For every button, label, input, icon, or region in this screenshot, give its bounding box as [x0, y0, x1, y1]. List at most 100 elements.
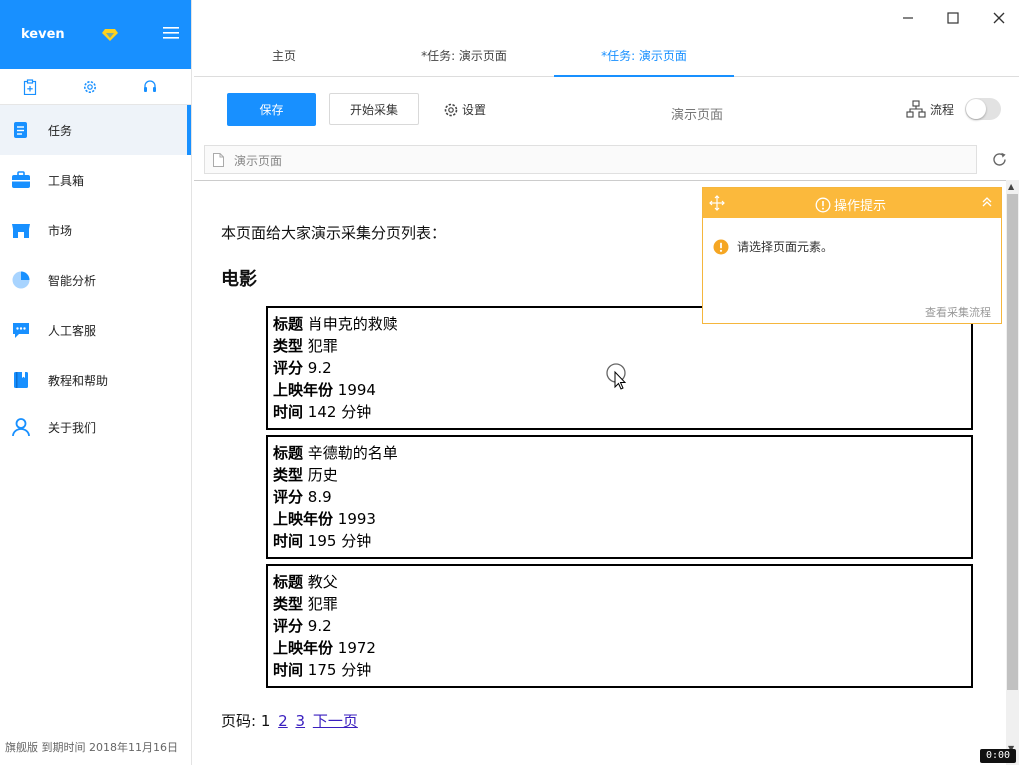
license-info: 旗舰版 到期时间 2018年11月16日	[5, 741, 178, 754]
toggle-knob	[966, 99, 986, 119]
vertical-scrollbar[interactable]: ▲ ▼	[1006, 180, 1019, 765]
toolbox-icon	[12, 171, 30, 188]
pager-next-link[interactable]: 下一页	[313, 712, 358, 730]
movie-type-row: 类型 犯罪	[273, 335, 971, 357]
movie-title-row: 标题 辛德勒的名单	[273, 442, 971, 464]
sidebar-item-market[interactable]: 市场	[0, 205, 191, 255]
sidebar-item-support[interactable]: 人工客服	[0, 305, 191, 355]
tab-task-1[interactable]: *任务: 演示页面	[374, 38, 554, 77]
sidebar-item-toolbox[interactable]: 工具箱	[0, 155, 191, 205]
mouse-cursor-icon	[606, 363, 627, 390]
sidebar: keven 任务 工具箱 市场 智能分析 人工客服 教程和帮助 关于我们 旗舰版…	[0, 0, 192, 765]
movie-card[interactable]: 标题 教父 类型 犯罪 评分 9.2 上映年份 1972 时间 175 分钟	[266, 564, 973, 688]
sidebar-item-task[interactable]: 任务	[0, 105, 191, 155]
tip-message-text: 请选择页面元素。	[737, 240, 834, 254]
tab-task-2[interactable]: *任务: 演示页面	[554, 38, 734, 77]
tab-bar: 主页 *任务: 演示页面 *任务: 演示页面	[194, 38, 1019, 77]
task-icon	[14, 122, 27, 138]
movie-type: 历史	[307, 466, 338, 484]
save-button[interactable]: 保存	[227, 93, 316, 126]
field-label: 上映年份	[273, 639, 334, 657]
movie-score-row: 评分 9.2	[273, 615, 971, 637]
alert-circle-icon	[815, 197, 831, 212]
movie-score-row: 评分 8.9	[273, 486, 971, 508]
username: keven	[21, 27, 65, 42]
tip-title: 操作提示	[815, 195, 886, 214]
move-icon[interactable]	[709, 195, 725, 211]
movie-title: 肖申克的救赎	[307, 315, 398, 333]
movie-duration-row: 时间 142 分钟	[273, 401, 971, 423]
field-label: 评分	[273, 488, 304, 506]
movie-score: 8.9	[307, 488, 332, 506]
view-flow-link[interactable]: 查看采集流程	[925, 304, 991, 320]
movie-duration-row: 时间 195 分钟	[273, 530, 971, 552]
operation-tip-panel: 操作提示 请选择页面元素。 查看采集流程	[702, 187, 1002, 324]
gear-icon	[444, 103, 458, 116]
chat-icon	[13, 323, 29, 338]
pager-link-2[interactable]: 2	[278, 712, 288, 730]
movie-type-row: 类型 历史	[273, 464, 971, 486]
field-label: 标题	[273, 315, 304, 333]
address-bar[interactable]: 演示页面	[204, 145, 977, 174]
field-label: 评分	[273, 617, 304, 635]
user-icon	[12, 418, 30, 437]
field-label: 时间	[273, 532, 304, 550]
collapse-icon[interactable]	[981, 196, 993, 208]
sidebar-item-analysis[interactable]: 智能分析	[0, 255, 191, 305]
field-label: 类型	[273, 595, 304, 613]
headset-icon[interactable]	[142, 79, 158, 95]
refresh-icon[interactable]	[991, 151, 1008, 168]
book-icon	[14, 372, 28, 388]
flow-toggle[interactable]	[965, 98, 1001, 120]
movie-year-row: 上映年份 1972	[273, 637, 971, 659]
movie-year: 1993	[337, 510, 376, 528]
scrollbar-thumb[interactable]	[1007, 194, 1018, 690]
sidebar-item-help[interactable]: 教程和帮助	[0, 355, 191, 405]
pager-current: 1	[260, 712, 271, 730]
movie-title: 辛德勒的名单	[307, 444, 398, 462]
sidebar-item-label: 人工客服	[48, 324, 97, 338]
flow-text: 流程	[930, 102, 955, 117]
store-icon	[12, 224, 30, 238]
field-label: 类型	[273, 337, 304, 355]
flowchart-icon	[906, 100, 926, 118]
field-label: 标题	[273, 573, 304, 591]
field-label: 时间	[273, 403, 304, 421]
movie-type: 犯罪	[307, 595, 338, 613]
timer-badge: 0:00	[980, 749, 1016, 763]
close-icon[interactable]	[989, 8, 1009, 28]
field-label: 上映年份	[273, 510, 334, 528]
field-label: 类型	[273, 466, 304, 484]
pager-link-3[interactable]: 3	[296, 712, 306, 730]
movie-duration: 142 分钟	[307, 403, 372, 421]
menu-icon[interactable]	[163, 26, 179, 40]
clipboard-add-icon[interactable]	[22, 79, 38, 95]
movie-card[interactable]: 标题 辛德勒的名单 类型 历史 评分 8.9 上映年份 1993 时间 195 …	[266, 435, 973, 559]
sidebar-item-label: 任务	[48, 124, 73, 138]
tip-header: 操作提示	[703, 188, 1001, 218]
movie-type-row: 类型 犯罪	[273, 593, 971, 615]
scroll-up-icon[interactable]: ▲	[1008, 183, 1014, 191]
sidebar-item-label: 市场	[48, 224, 73, 238]
movie-title-row: 标题 教父	[273, 571, 971, 593]
maximize-icon[interactable]	[943, 8, 963, 28]
field-label: 评分	[273, 359, 304, 377]
movie-year: 1972	[337, 639, 376, 657]
address-value: 演示页面	[234, 154, 283, 168]
gear-icon[interactable]	[82, 79, 98, 95]
movie-year: 1994	[337, 381, 376, 399]
pagination: 页码: 1 2 3 下一页	[221, 710, 358, 731]
sidebar-item-about[interactable]: 关于我们	[0, 405, 191, 449]
settings-button[interactable]: 设置	[443, 101, 486, 118]
movie-title: 教父	[307, 573, 338, 591]
movie-duration-row: 时间 175 分钟	[273, 659, 971, 681]
movie-score: 9.2	[307, 617, 332, 635]
start-collect-button[interactable]: 开始采集	[329, 93, 419, 125]
sidebar-toolbar	[0, 69, 191, 105]
pager-label: 页码:	[221, 712, 257, 730]
vip-diamond-icon	[102, 29, 118, 41]
tab-home[interactable]: 主页	[194, 38, 374, 77]
minimize-icon[interactable]	[898, 8, 918, 28]
warning-icon	[713, 239, 729, 254]
sidebar-item-label: 工具箱	[48, 174, 85, 188]
